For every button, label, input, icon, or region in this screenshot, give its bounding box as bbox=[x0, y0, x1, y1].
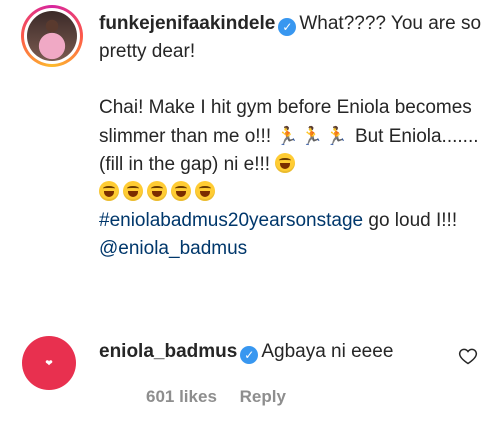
comment-username[interactable]: funkejenifaakindele bbox=[99, 13, 275, 34]
verified-icon: ✓ bbox=[240, 346, 259, 364]
avatar-funkejenifaakindele[interactable] bbox=[21, 5, 83, 67]
reply-comment: Agbaya ni eeee bbox=[261, 341, 394, 362]
comment-text: funkejenifaakindele ✓ What???? You are so … bbox=[99, 10, 491, 263]
reply-meta: 601 likes Reply bbox=[146, 387, 304, 407]
reply-button[interactable]: Reply bbox=[240, 387, 286, 406]
laughing-emoji-icon bbox=[195, 181, 215, 201]
laughing-emoji-icon bbox=[275, 153, 296, 173]
reply-username[interactable]: eniola_badmus bbox=[99, 341, 237, 362]
runner-emoji-icon: 🏃 bbox=[300, 126, 324, 146]
runner-emoji-icon: 🏃 bbox=[325, 126, 348, 146]
avatar-eniola-badmus[interactable]: ❤ bbox=[22, 336, 76, 390]
avatar-border bbox=[24, 8, 80, 64]
likes-count[interactable]: 601 likes bbox=[146, 387, 217, 406]
reply-text-block: eniola_badmus ✓ Agbaya ni eeee bbox=[99, 338, 393, 366]
laughing-emoji-icon bbox=[171, 181, 191, 201]
comment-after-hashtag: go loud I!!! bbox=[368, 210, 458, 231]
mention-link[interactable]: @eniola_badmus bbox=[99, 238, 247, 259]
laughing-emoji-icon bbox=[147, 181, 167, 201]
verified-icon: ✓ bbox=[278, 18, 297, 36]
laughing-emoji-icon bbox=[123, 181, 143, 201]
laughing-emoji-icon bbox=[99, 181, 119, 201]
avatar-photo bbox=[27, 11, 77, 61]
runner-emoji-icon: 🏃 bbox=[276, 126, 299, 146]
heart-icon[interactable] bbox=[458, 346, 478, 366]
hashtag-link[interactable]: #eniolabadmus20yearsonstage bbox=[99, 210, 363, 231]
